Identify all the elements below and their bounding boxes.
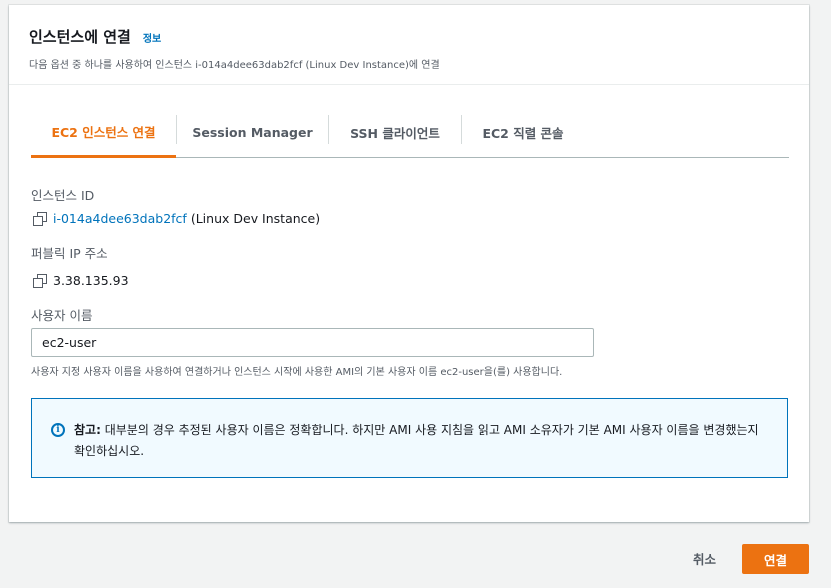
alert-prefix: 참고:	[74, 423, 101, 437]
page-title: 인스턴스에 연결	[29, 28, 131, 46]
info-link[interactable]: 정보	[143, 30, 161, 45]
tab-ec2-serial-console[interactable]: EC2 직렬 콘솔	[462, 108, 584, 157]
instance-id-label: 인스턴스 ID	[31, 188, 95, 203]
username-hint: 사용자 지정 사용자 이름을 사용하여 연결하거나 인스턴스 시작에 사용한 A…	[31, 367, 563, 378]
username-input[interactable]	[31, 328, 594, 357]
public-ip-label: 퍼블릭 IP 주소	[31, 246, 108, 261]
tab-session-manager[interactable]: Session Manager	[177, 108, 328, 157]
alert-text: 대부분의 경우 추정된 사용자 이름은 정확합니다. 하지만 AMI 사용 지침…	[74, 423, 759, 458]
connect-instance-panel: 인스턴스에 연결 정보 다음 옵션 중 하나를 사용하여 인스턴스 i-014a…	[9, 5, 809, 522]
tab-ssh-client[interactable]: SSH 클라이언트	[329, 108, 461, 157]
tab-label: Session Manager	[192, 125, 313, 140]
page-subtitle: 다음 옵션 중 하나를 사용하여 인스턴스 i-014a4dee63dab2fc…	[29, 60, 440, 71]
username-label: 사용자 이름	[31, 308, 93, 323]
public-ip-value: 3.38.135.93	[53, 273, 129, 288]
instance-id-link[interactable]: i-014a4dee63dab2fcf	[53, 211, 187, 226]
tab-label: EC2 직렬 콘솔	[482, 126, 564, 141]
connect-button[interactable]: 연결	[742, 544, 809, 574]
instance-name: (Linux Dev Instance)	[190, 211, 321, 226]
public-ip-row: 3.38.135.93	[33, 273, 129, 288]
cancel-button[interactable]: 취소	[693, 549, 716, 568]
tab-label: EC2 인스턴스 연결	[51, 125, 156, 140]
tab-ec2-instance-connect[interactable]: EC2 인스턴스 연결	[31, 108, 176, 158]
panel-header: 인스턴스에 연결 정보 다음 옵션 중 하나를 사용하여 인스턴스 i-014a…	[9, 5, 809, 85]
copy-icon[interactable]	[33, 274, 47, 288]
info-icon: i	[51, 423, 65, 437]
tab-label: SSH 클라이언트	[350, 126, 440, 141]
info-alert: i 참고: 대부분의 경우 추정된 사용자 이름은 정확합니다. 하지만 AMI…	[31, 398, 788, 478]
instance-id-row: i-014a4dee63dab2fcf (Linux Dev Instance)	[33, 211, 320, 226]
copy-icon[interactable]	[33, 212, 47, 226]
connection-tabs: EC2 인스턴스 연결 Session Manager SSH 클라이언트 EC…	[31, 108, 789, 158]
